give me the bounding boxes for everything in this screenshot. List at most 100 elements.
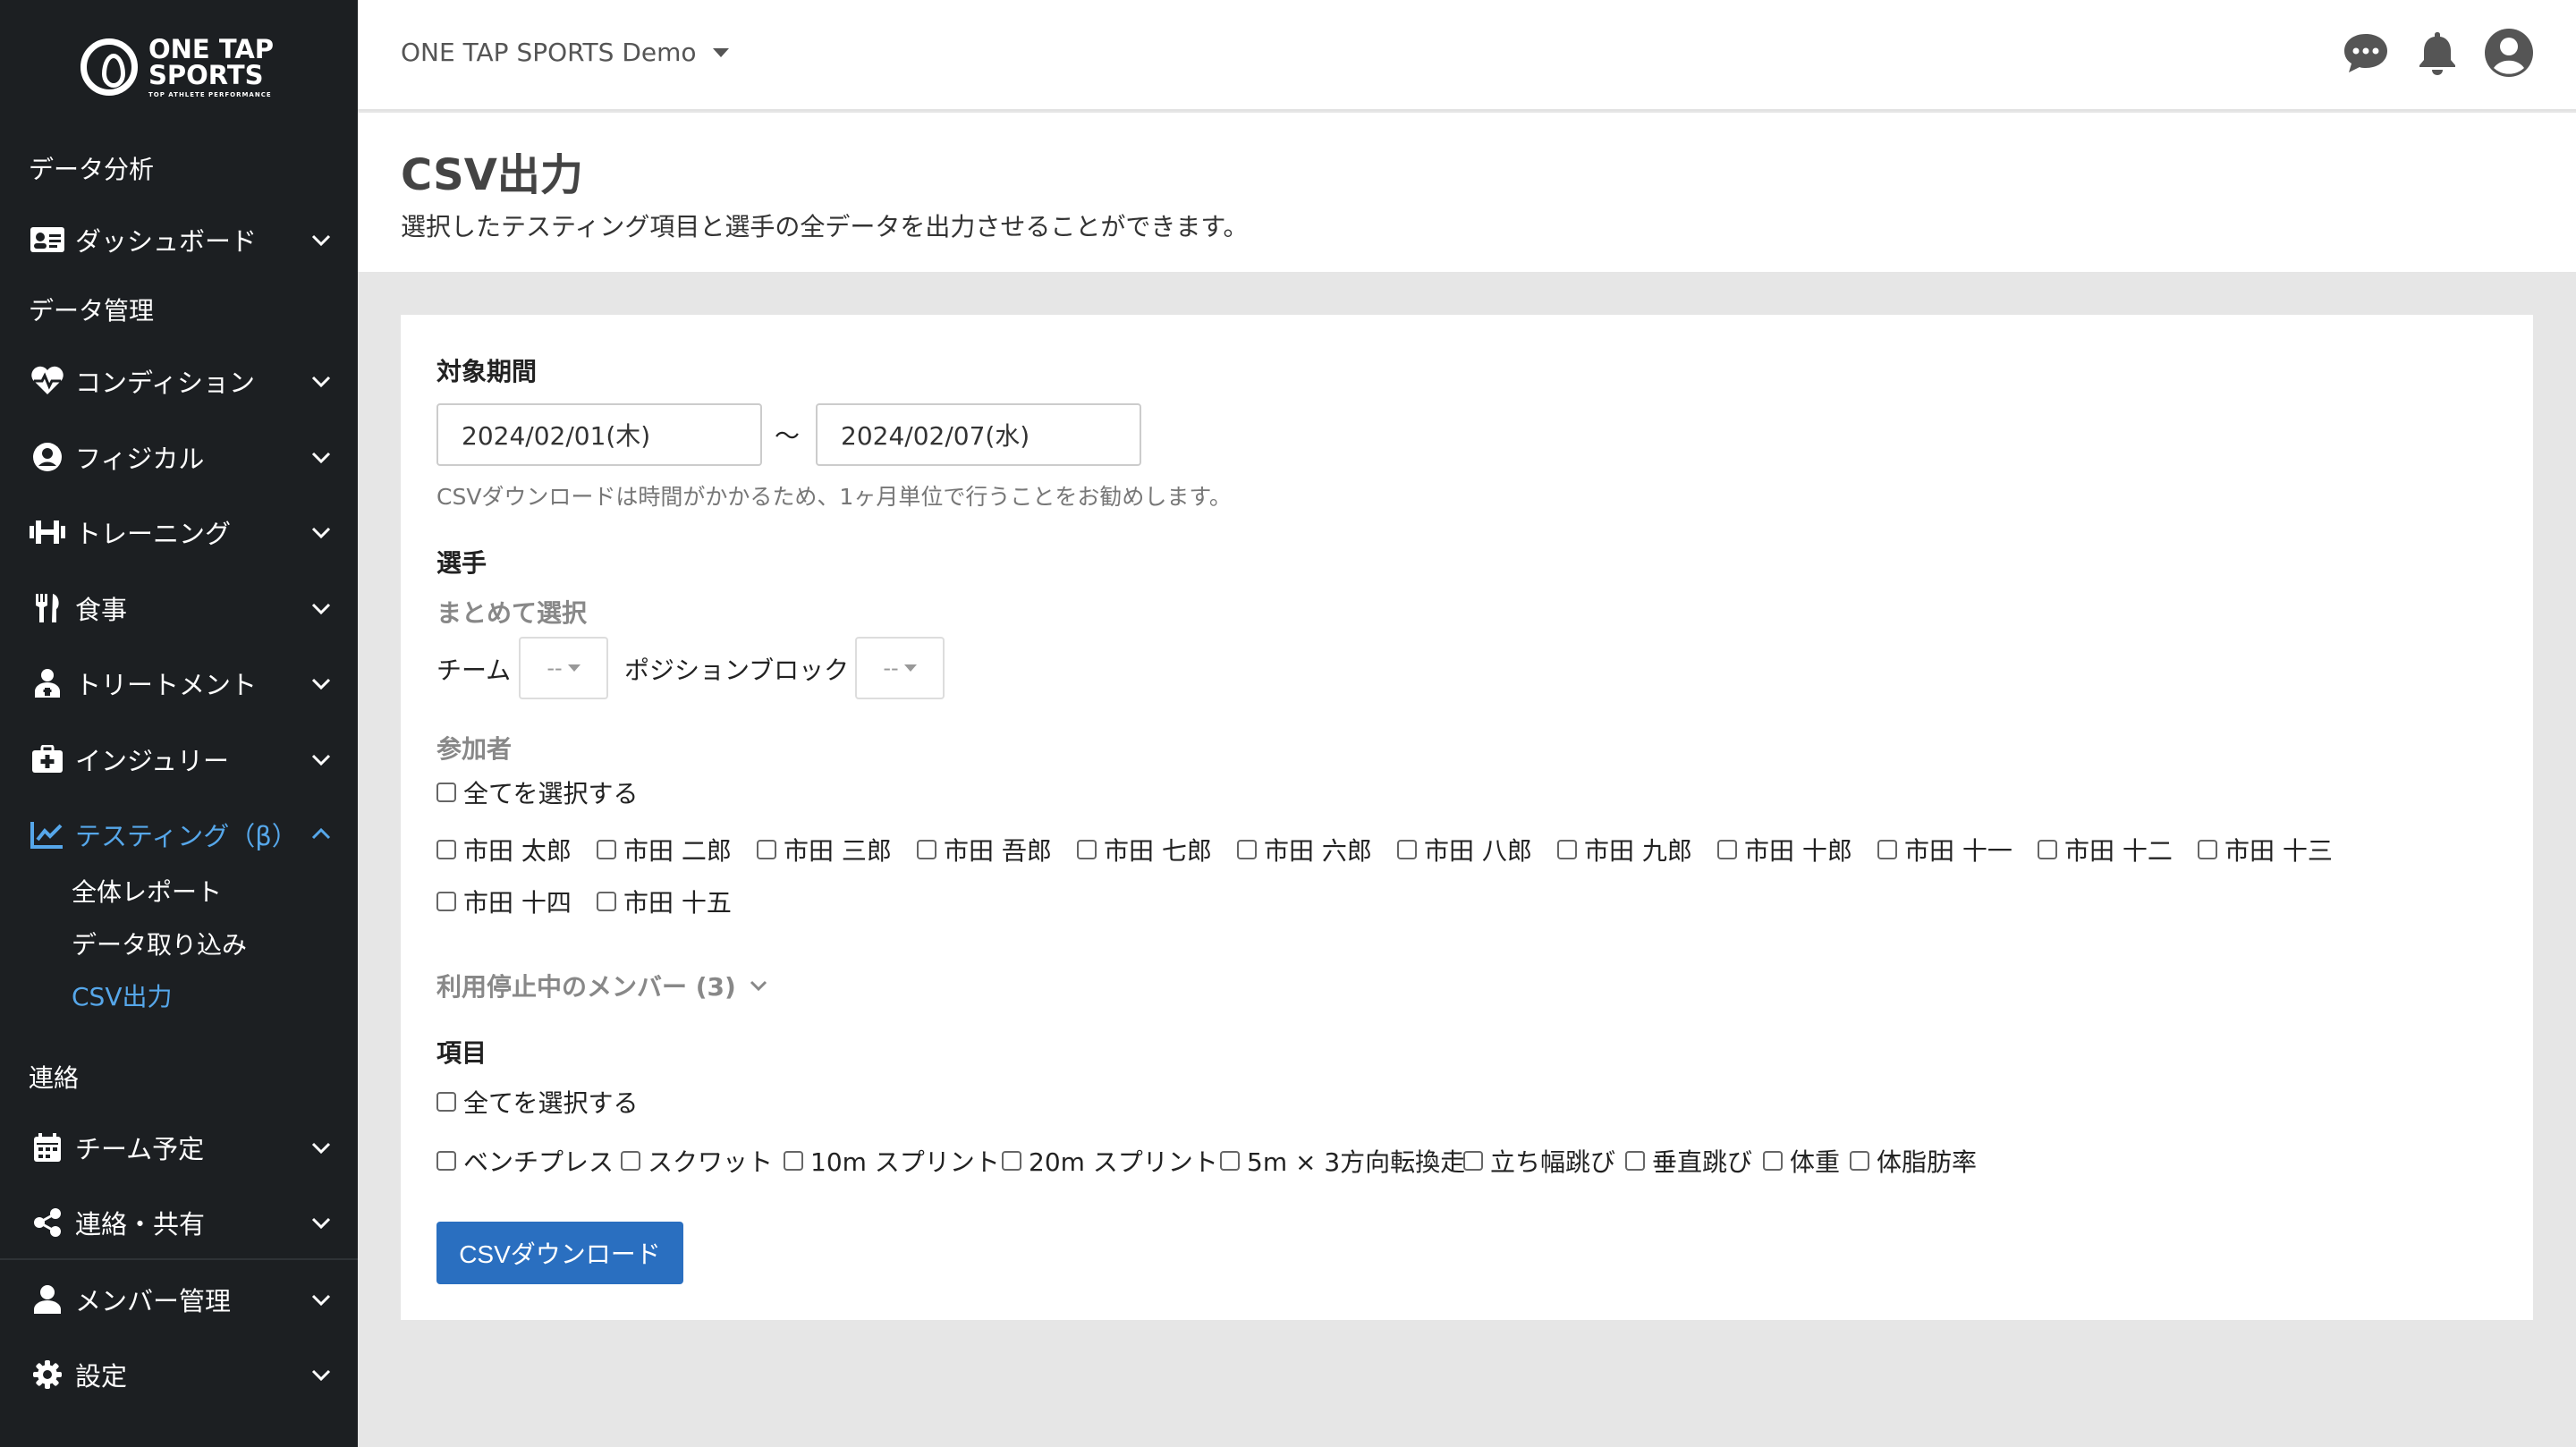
checkbox[interactable] [1557,840,1577,859]
section-analysis: データ分析 [29,155,155,184]
id-card-icon [29,224,66,256]
checkbox[interactable] [2198,840,2217,859]
sidebar-item-label: ダッシュボード [75,226,258,257]
sidebar-divider [0,1258,358,1260]
player-checkbox[interactable]: 市田 三郎 [757,832,892,867]
item-checkbox[interactable]: 20m スプリント [1002,1143,1218,1179]
sidebar-item-injury[interactable]: インジュリー [0,728,358,791]
sidebar-item-condition[interactable]: コンディション [0,350,358,412]
checkbox[interactable] [1077,840,1097,859]
sidebar-item-team-schedule[interactable]: チーム予定 [0,1116,358,1179]
player-name: 市田 十五 [623,888,732,918]
sidebar-item-meals[interactable]: 食事 [0,577,358,639]
account-icon[interactable] [2483,27,2535,79]
sidebar-item-members[interactable]: メンバー管理 [0,1268,358,1331]
checkbox[interactable] [917,840,936,859]
inactive-members-toggle[interactable]: 利用停止中のメンバー (3) [436,968,770,1003]
checkbox[interactable] [436,892,456,911]
chevron-down-icon [311,1217,331,1230]
page-header: CSV出力 選択したテスティング項目と選手の全データを出力させることができます。 [358,113,2576,272]
checkbox[interactable] [1625,1151,1645,1171]
item-checkbox[interactable]: 垂直跳び [1625,1143,1752,1179]
item-name: 垂直跳び [1652,1147,1753,1177]
checkbox[interactable] [1877,840,1897,859]
item-checkbox[interactable]: 5m × 3方向転換走 [1220,1143,1465,1179]
gear-icon [29,1358,66,1391]
org-switcher[interactable]: ONE TAP SPORTS Demo [401,38,729,67]
bell-icon[interactable] [2411,27,2463,79]
checkbox[interactable] [1220,1151,1240,1171]
checkbox[interactable] [621,1151,640,1171]
sidebar-item-physical[interactable]: フィジカル [0,426,358,488]
player-checkbox[interactable]: 市田 十二 [2038,832,2173,867]
position-select-value: -- [883,656,899,681]
select-all-players-checkbox[interactable]: 全てを選択する [436,774,638,810]
sidebar-item-dashboard[interactable]: ダッシュボード [0,208,358,271]
sidebar-item-share[interactable]: 連絡・共有 [0,1191,358,1254]
player-checkbox[interactable]: 市田 九郎 [1557,832,1692,867]
checkbox[interactable] [1237,840,1257,859]
checkbox[interactable] [1763,1151,1783,1171]
team-select[interactable]: -- [519,637,608,699]
player-checkbox[interactable]: 市田 十一 [1877,832,2012,867]
checkbox[interactable] [436,783,456,802]
csv-export-form: 対象期間 2024/02/01(木) 〜 2024/02/07(水) CSVダウ… [401,315,2533,1320]
item-checkbox[interactable]: 立ち幅跳び [1463,1143,1615,1179]
checkbox[interactable] [436,840,456,859]
checkbox[interactable] [597,840,616,859]
item-checkbox[interactable]: ベンチプレス [436,1143,614,1179]
sidebar-subitem-overall-report[interactable]: 全体レポート [72,873,222,909]
item-checkbox[interactable]: スクワット [621,1143,773,1179]
checkbox-label: 全てを選択する [463,1088,639,1118]
sidebar-subitem-data-import[interactable]: データ取り込み [72,926,247,961]
player-checkbox[interactable]: 市田 十四 [436,884,572,919]
top-header: ONE TAP SPORTS Demo [358,0,2576,111]
chat-icon[interactable] [2340,27,2392,79]
checkbox[interactable] [1002,1151,1021,1171]
player-checkbox[interactable]: 市田 七郎 [1077,832,1212,867]
sidebar-item-testing[interactable]: テスティング（β） [0,803,358,866]
select-all-items-checkbox[interactable]: 全てを選択する [436,1084,638,1120]
sidebar-item-settings[interactable]: 設定 [0,1343,358,1406]
csv-download-button[interactable]: CSVダウンロード [436,1222,683,1284]
checkbox[interactable] [436,1151,456,1171]
checkbox[interactable] [1717,840,1737,859]
player-checkbox[interactable]: 市田 十三 [2198,832,2333,867]
checkbox[interactable] [784,1151,803,1171]
player-checkbox[interactable]: 市田 六郎 [1237,832,1372,867]
player-checkbox[interactable]: 市田 十五 [597,884,732,919]
sidebar-item-label: チーム予定 [75,1134,205,1164]
sidebar-item-label: フィジカル [75,444,205,474]
date-from-input[interactable]: 2024/02/01(木) [436,403,762,466]
date-to-input[interactable]: 2024/02/07(水) [816,403,1141,466]
checkbox[interactable] [1397,840,1417,859]
player-name: 市田 十郎 [1744,836,1852,866]
checkbox[interactable] [1850,1151,1869,1171]
chevron-down-icon [311,527,331,539]
item-checkbox[interactable]: 体重 [1763,1143,1840,1179]
item-name: 体脂肪率 [1877,1147,1978,1177]
checkbox[interactable] [2038,840,2057,859]
brand-logo[interactable]: ONE TAP SPORTS TOP ATHLETE PERFORMANCE [80,36,274,98]
sidebar-item-training[interactable]: トレーニング [0,501,358,563]
first-aid-icon [29,743,66,775]
checkbox[interactable] [597,892,616,911]
player-checkbox[interactable]: 市田 吾郎 [917,832,1052,867]
player-checkbox[interactable]: 市田 八郎 [1397,832,1532,867]
item-name: ベンチプレス [463,1147,614,1177]
item-checkbox[interactable]: 10m スプリント [784,1143,1000,1179]
sidebar-item-treatment[interactable]: トリートメント [0,652,358,715]
player-name: 市田 八郎 [1424,836,1532,866]
position-block-label: ポジションブロック [624,656,850,685]
checkbox[interactable] [436,1092,456,1112]
player-checkbox[interactable]: 市田 太郎 [436,832,572,867]
item-name: 20m スプリント [1029,1147,1218,1177]
player-checkbox[interactable]: 市田 二郎 [597,832,732,867]
item-checkbox[interactable]: 体脂肪率 [1850,1143,1977,1179]
player-checkbox[interactable]: 市田 十郎 [1717,832,1852,867]
checkbox[interactable] [1463,1151,1483,1171]
checkbox[interactable] [757,840,776,859]
bulk-select-label: まとめて選択 [436,598,588,628]
position-block-select[interactable]: -- [855,637,945,699]
sidebar-subitem-csv-export[interactable]: CSV出力 [72,977,172,1013]
